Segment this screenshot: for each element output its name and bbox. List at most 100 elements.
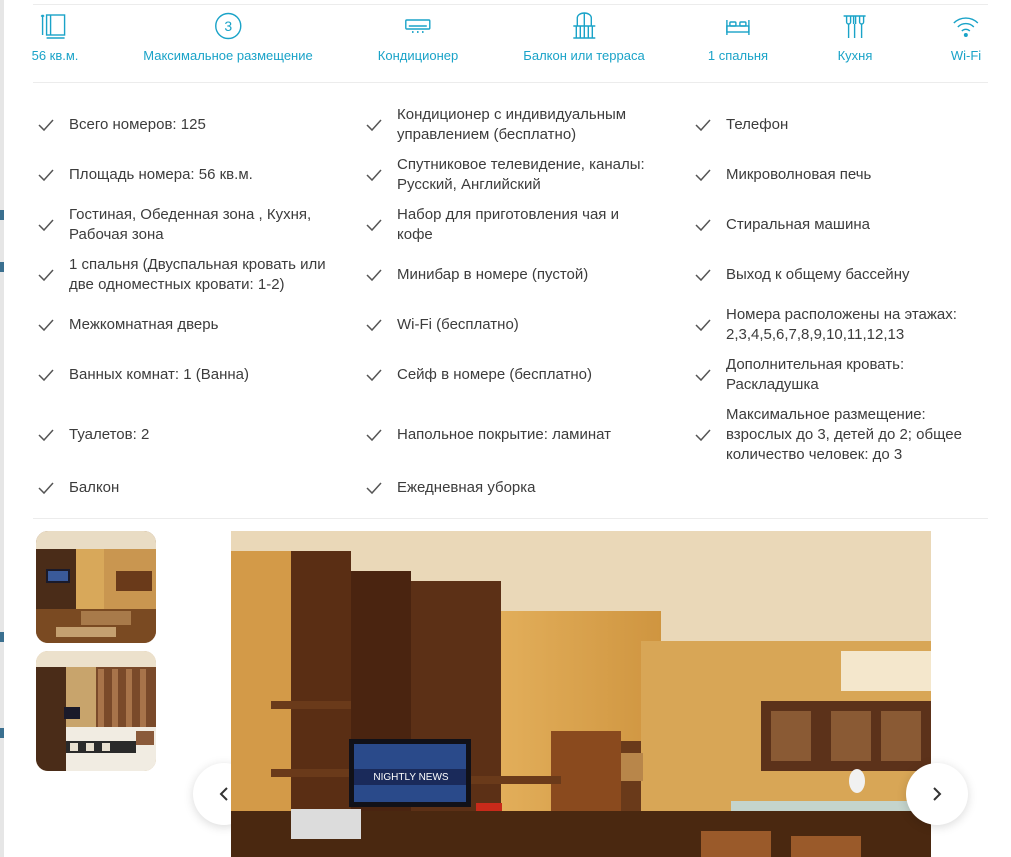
- feature-item: Туалетов: 2: [37, 424, 149, 446]
- amenity-area: 56 кв.м.: [31, 12, 79, 63]
- check-icon: [365, 428, 383, 442]
- wifi-icon: [953, 17, 979, 38]
- balcony-icon: [572, 12, 595, 39]
- feature-item: Минибар в номере (пустой): [365, 264, 588, 286]
- feature-text: Кондиционер с индивидуальным управлением…: [397, 106, 627, 143]
- feature-text: Минибар в номере (пустой): [397, 266, 589, 283]
- background-link-mark: [0, 210, 4, 220]
- air-conditioner-icon: [405, 19, 431, 33]
- check-icon: [694, 268, 712, 282]
- amenity-max-occupancy: 3 Максимальное размещение: [143, 12, 313, 63]
- feature-text: Стиральная машина: [726, 216, 870, 233]
- feature-item: Ежедневная уборка: [365, 477, 536, 499]
- feature-item: Стиральная машина: [694, 214, 870, 236]
- amenity-wifi: Wi-Fi: [951, 12, 981, 63]
- feature-item: Всего номеров: 125: [37, 114, 206, 136]
- amenity-kitchen: Кухня: [837, 12, 873, 63]
- check-icon: [694, 318, 712, 332]
- check-icon: [694, 218, 712, 232]
- check-icon: [37, 428, 55, 442]
- gallery-thumbnail-living-room[interactable]: [36, 531, 156, 643]
- check-icon: [694, 368, 712, 382]
- living-room-thumbnail: [36, 531, 156, 643]
- feature-text: Туалетов: 2: [69, 426, 150, 443]
- chevron-left-icon: [219, 787, 228, 801]
- feature-item: Балкон: [37, 477, 119, 499]
- feature-item: Номера расположены на этажах: 2,3,4,5,6,…: [694, 305, 957, 345]
- check-icon: [365, 268, 383, 282]
- amenity-label: 56 кв.м.: [31, 48, 79, 63]
- amenity-label: Максимальное размещение: [143, 48, 313, 63]
- feature-text: Всего номеров: 125: [69, 116, 206, 133]
- bed-icon: [726, 20, 750, 35]
- room-photo: NIGHTLY NEWS: [231, 531, 931, 857]
- feature-text: Номера расположены на этажах: 2,3,4,5,6,…: [726, 306, 957, 343]
- amenity-label: Wi-Fi: [950, 48, 982, 63]
- check-icon: [37, 481, 55, 495]
- amenity-label: Кондиционер: [377, 48, 459, 63]
- amenity-air-conditioner: Кондиционер: [378, 12, 458, 63]
- feature-text: Ежедневная уборка: [397, 479, 536, 496]
- amenities-divider: [33, 82, 988, 83]
- amenity-label: 1 спальня: [707, 48, 769, 63]
- guests-count-icon: 3: [214, 12, 242, 40]
- feature-item: Площадь номера: 56 кв.м.: [37, 164, 253, 186]
- feature-text: Выход к общему бассейну: [726, 266, 910, 283]
- feature-item: Межкомнатная дверь: [37, 314, 218, 336]
- feature-item: 1 спальня (Двуспальная кровать или две о…: [37, 255, 326, 295]
- room-features: Всего номеров: 125 Площадь номера: 56 кв…: [33, 100, 988, 510]
- check-icon: [365, 318, 383, 332]
- feature-text: Сейф в номере (бесплатно): [397, 366, 592, 383]
- tv-screen-caption: NIGHTLY NEWS: [373, 772, 449, 783]
- feature-text: Площадь номера: 56 кв.м.: [69, 166, 253, 183]
- check-icon: [37, 268, 55, 282]
- feature-text: 1 спальня (Двуспальная кровать или две о…: [69, 256, 326, 293]
- gallery-next-button[interactable]: [906, 763, 968, 825]
- feature-item: Кондиционер с индивидуальным управлением…: [365, 105, 626, 145]
- feature-item: Телефон: [694, 114, 788, 136]
- amenity-balcony: Балкон или терраса: [523, 12, 645, 63]
- amenity-label: Кухня: [837, 48, 873, 63]
- check-icon: [37, 118, 55, 132]
- gallery-thumbnail-bedroom[interactable]: [36, 651, 156, 771]
- features-divider: [33, 518, 988, 519]
- feature-text: Межкомнатная дверь: [69, 316, 219, 333]
- check-icon: [694, 118, 712, 132]
- feature-item: Wi-Fi (бесплатно): [365, 314, 519, 336]
- check-icon: [365, 218, 383, 232]
- feature-item: Сейф в номере (бесплатно): [365, 364, 592, 386]
- background-page-edge: [0, 0, 4, 857]
- background-link-mark: [0, 728, 4, 738]
- feature-text: Телефон: [726, 116, 789, 133]
- check-icon: [694, 168, 712, 182]
- feature-item: Ванных комнат: 1 (Ванна): [37, 364, 249, 386]
- check-icon: [365, 368, 383, 382]
- feature-text: Максимальное размещение: взрослых до 3, …: [726, 406, 962, 463]
- check-icon: [694, 428, 712, 442]
- check-icon: [365, 481, 383, 495]
- check-icon: [37, 168, 55, 182]
- feature-item: Микроволновая печь: [694, 164, 871, 186]
- amenity-icon-strip: 56 кв.м. 3 Максимальное размещение Конди…: [31, 12, 988, 72]
- check-icon: [365, 168, 383, 182]
- feature-text: Балкон: [69, 479, 120, 496]
- feature-text: Набор для приготовления чая и кофе: [397, 206, 619, 243]
- occupancy-badge-number: 3: [224, 18, 232, 34]
- background-link-mark: [0, 262, 4, 272]
- check-icon: [37, 368, 55, 382]
- kitchen-icon: [843, 15, 866, 38]
- gallery-main-photo: NIGHTLY NEWS: [231, 531, 931, 857]
- feature-text: Wi-Fi (бесплатно): [397, 316, 519, 333]
- feature-item: Гостиная, Обеденная зона , Кухня, Рабоча…: [37, 205, 311, 245]
- background-link-mark: [0, 632, 4, 642]
- chevron-right-icon: [933, 787, 942, 801]
- feature-text: Гостиная, Обеденная зона , Кухня, Рабоча…: [69, 206, 312, 243]
- feature-item: Максимальное размещение: взрослых до 3, …: [694, 405, 962, 465]
- feature-item: Дополнительная кровать: Раскладушка: [694, 355, 904, 395]
- feature-text: Спутниковое телевидение, каналы: Русский…: [397, 156, 645, 193]
- feature-text: Дополнительная кровать: Раскладушка: [726, 356, 905, 393]
- area-icon: [40, 14, 66, 39]
- bedroom-thumbnail: [36, 651, 156, 771]
- feature-item: Набор для приготовления чая и кофе: [365, 205, 619, 245]
- amenity-label: Балкон или терраса: [523, 48, 645, 63]
